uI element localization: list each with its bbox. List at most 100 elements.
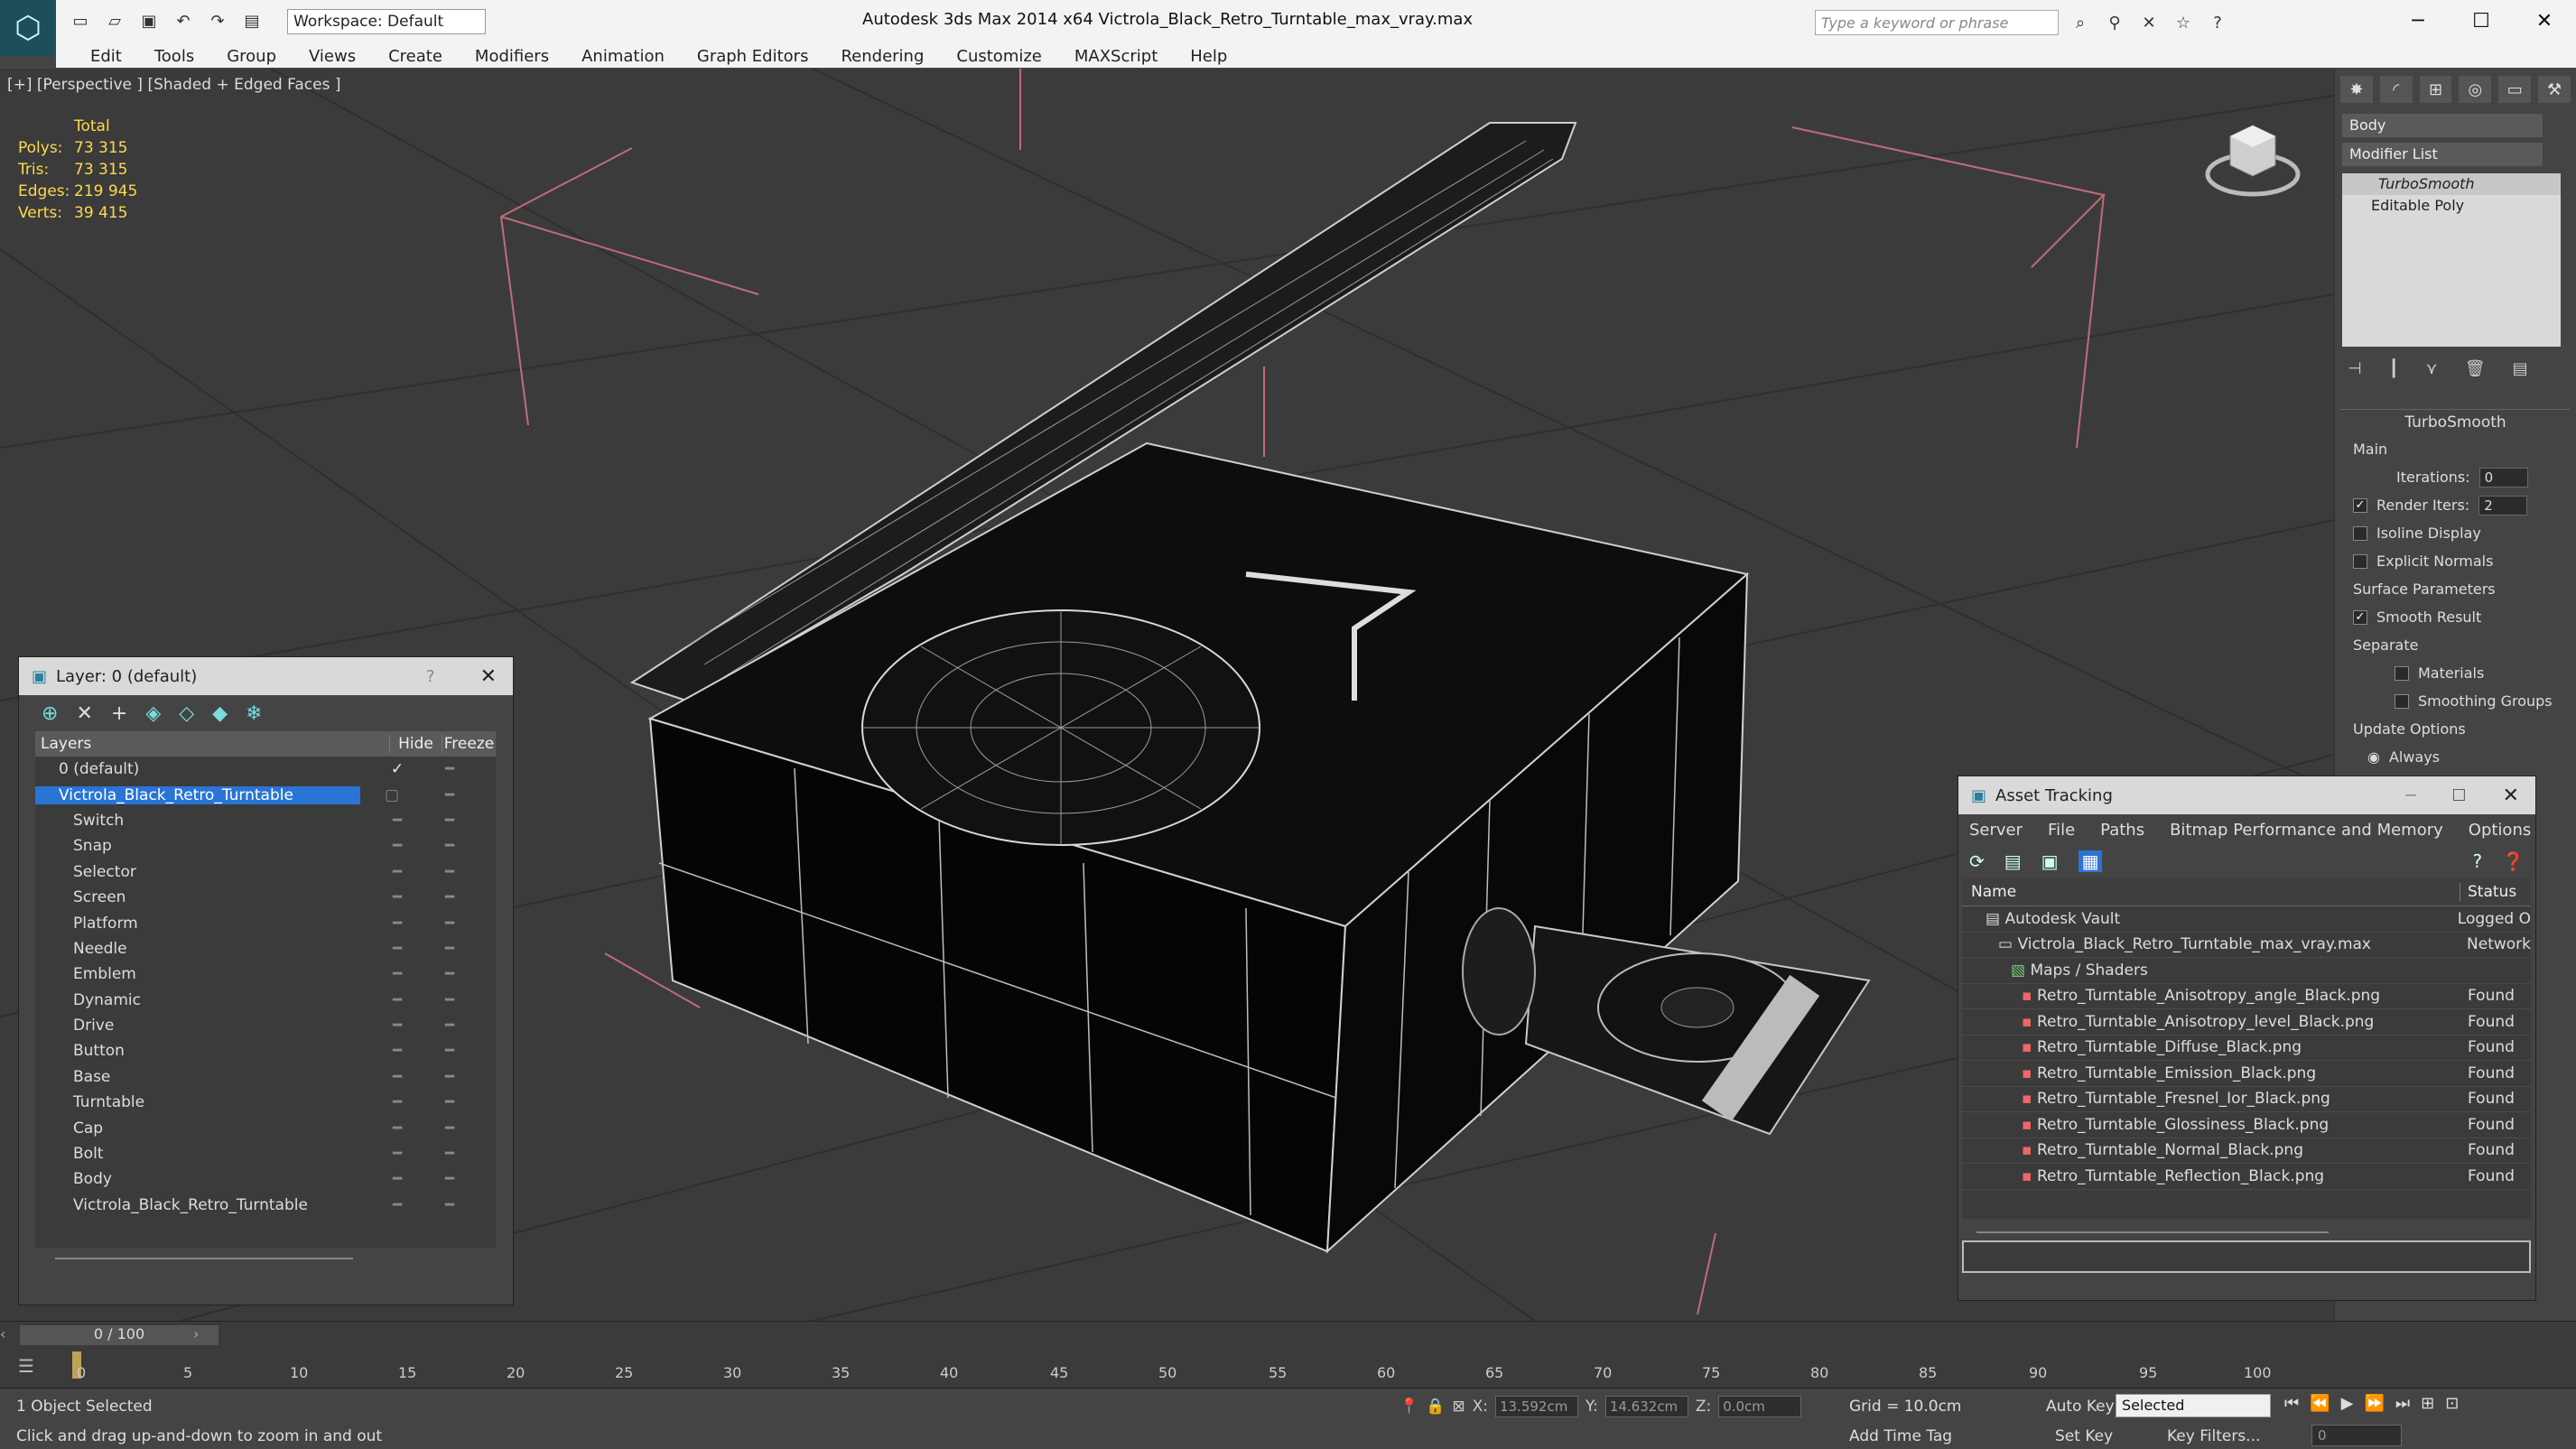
layer-row[interactable]: Dynamic ━ ━: [35, 988, 496, 1013]
pin-stack-icon[interactable]: ⊣: [2348, 359, 2362, 378]
freeze-all-icon[interactable]: ❄: [246, 702, 262, 725]
new-icon[interactable]: ▭: [68, 8, 93, 33]
smoothing-groups-checkbox[interactable]: [2395, 693, 2409, 709]
layer-row[interactable]: Turntable ━ ━: [35, 1090, 496, 1115]
freeze-toggle[interactable]: ━: [423, 888, 476, 906]
menu-views[interactable]: Views: [293, 45, 372, 68]
hide-toggle[interactable]: ━: [371, 812, 423, 830]
time-slider[interactable]: 0 / 100: [20, 1325, 219, 1345]
exchange-icon[interactable]: ✕: [2136, 10, 2162, 35]
explicit-normals-checkbox[interactable]: [2353, 553, 2367, 569]
thumbnail-view-icon[interactable]: ▣: [2041, 850, 2059, 872]
freeze-toggle[interactable]: ━: [423, 1068, 476, 1086]
layer-row[interactable]: Bolt ━ ━: [35, 1141, 496, 1166]
current-frame-field[interactable]: 0: [2311, 1425, 2402, 1446]
freeze-toggle[interactable]: ━: [423, 837, 476, 855]
layer-row[interactable]: Screen ━ ━: [35, 885, 496, 910]
minimize-icon[interactable]: ─: [2406, 786, 2416, 805]
go-to-end-icon[interactable]: ⏭: [2395, 1394, 2410, 1413]
render-iters-spinner[interactable]: 2: [2478, 495, 2528, 516]
hide-toggle[interactable]: ━: [371, 1170, 423, 1188]
hide-toggle[interactable]: ━: [371, 991, 423, 1009]
y-coordinate-field[interactable]: 14.632cm: [1604, 1396, 1688, 1417]
asset-path-field[interactable]: [1962, 1240, 2531, 1273]
layer-row[interactable]: Base ━ ━: [35, 1064, 496, 1090]
delete-layer-icon[interactable]: ✕: [76, 702, 92, 725]
go-to-start-icon[interactable]: ⏮: [2284, 1394, 2299, 1413]
hide-toggle[interactable]: ━: [371, 837, 423, 855]
hide-toggle[interactable]: ━: [371, 1042, 423, 1060]
minimize-icon[interactable]: ─: [2386, 0, 2450, 42]
layer-row[interactable]: Drive ━ ━: [35, 1013, 496, 1038]
star-icon[interactable]: ☆: [2171, 10, 2196, 35]
layer-row[interactable]: Snap ━ ━: [35, 833, 496, 859]
help-icon[interactable]: ?: [2205, 10, 2230, 35]
asset-row[interactable]: ▭ Victrola_Black_Retro_Turntable_max_vra…: [1962, 933, 2531, 958]
key-filters-button[interactable]: Key Filters...: [2167, 1427, 2260, 1445]
search-input[interactable]: Type a keyword or phrase: [1815, 10, 2059, 35]
help-button[interactable]: ?: [426, 667, 435, 686]
asset-window-titlebar[interactable]: ▣ Asset Tracking ─ ☐ ✕: [1958, 776, 2535, 814]
viewport-label[interactable]: [+] [Perspective ] [Shaded + Edged Faces…: [7, 76, 340, 94]
menu-maxscript[interactable]: MAXScript: [1058, 45, 1174, 68]
horizontal-scrollbar[interactable]: [55, 1258, 353, 1259]
project-icon[interactable]: ▤: [239, 8, 265, 33]
layer-row[interactable]: Cap ━ ━: [35, 1115, 496, 1140]
hide-toggle[interactable]: ━: [371, 940, 423, 958]
freeze-toggle[interactable]: ━: [423, 940, 476, 958]
menu-modifiers[interactable]: Modifiers: [459, 45, 565, 68]
freeze-toggle[interactable]: ━: [423, 863, 476, 881]
layer-row[interactable]: Needle ━ ━: [35, 936, 496, 961]
menu-customize[interactable]: Customize: [940, 45, 1057, 68]
iterations-spinner[interactable]: 0: [2478, 467, 2528, 488]
hide-toggle[interactable]: ━: [371, 863, 423, 881]
next-frame-icon[interactable]: ⏩: [2364, 1394, 2384, 1413]
help-icon[interactable]: ?: [2472, 850, 2482, 872]
freeze-toggle[interactable]: ━: [423, 1196, 476, 1214]
key-icon[interactable]: ⚲: [2102, 10, 2127, 35]
asset-row[interactable]: ▪ Retro_Turntable_Fresnel_Ior_Black.png F…: [1962, 1087, 2531, 1112]
make-unique-icon[interactable]: ⋎: [2426, 359, 2438, 378]
asset-menu-bitmap[interactable]: Bitmap Performance and Memory: [2170, 821, 2443, 840]
close-icon[interactable]: ✕: [480, 665, 497, 688]
slider-prev-icon[interactable]: ‹: [0, 1325, 5, 1342]
asset-row[interactable]: ▪ Retro_Turntable_Anisotropy_angle_Black…: [1962, 984, 2531, 1009]
asset-row[interactable]: ▪ Retro_Turntable_Normal_Black.png Found: [1962, 1138, 2531, 1164]
freeze-toggle[interactable]: ━: [423, 812, 476, 830]
materials-checkbox[interactable]: [2395, 665, 2409, 681]
hide-toggle[interactable]: ━: [371, 1068, 423, 1086]
stack-item-turbosmooth[interactable]: TurboSmooth: [2342, 173, 2561, 195]
remove-modifier-icon[interactable]: 🗑: [2465, 359, 2486, 378]
stack-item-editable-poly[interactable]: Editable Poly: [2342, 195, 2561, 217]
asset-row[interactable]: ▧ Maps / Shaders: [1962, 958, 2531, 984]
always-radio[interactable]: ◉: [2367, 748, 2380, 766]
freeze-toggle[interactable]: ━: [423, 965, 476, 983]
create-layer-icon[interactable]: ⊕: [42, 702, 58, 725]
slider-next-icon[interactable]: ›: [193, 1325, 199, 1342]
layer-row[interactable]: Switch ━ ━: [35, 808, 496, 833]
layer-row[interactable]: Selector ━ ━: [35, 859, 496, 885]
pin-icon[interactable]: 📍: [1400, 1398, 1418, 1416]
hide-toggle[interactable]: ▢: [360, 786, 423, 804]
menu-group[interactable]: Group: [210, 45, 293, 68]
previous-frame-icon[interactable]: ⏪: [2310, 1394, 2330, 1413]
undo-icon[interactable]: ↶: [171, 8, 196, 33]
utilities-tab-icon[interactable]: ⚒: [2538, 76, 2571, 103]
asset-row[interactable]: ▤ Autodesk Vault Logged O: [1962, 906, 2531, 933]
hide-toggle[interactable]: ━: [371, 1119, 423, 1138]
hide-toggle[interactable]: ━: [371, 1145, 423, 1163]
list-view-icon[interactable]: ▤: [2004, 850, 2022, 872]
refresh-icon[interactable]: ⟳: [1969, 850, 1985, 872]
display-tab-icon[interactable]: ▭: [2498, 76, 2532, 103]
menu-rendering[interactable]: Rendering: [824, 45, 940, 68]
asset-row[interactable]: ▪ Retro_Turntable_Diffuse_Black.png Found: [1962, 1036, 2531, 1061]
column-name[interactable]: Name: [1962, 882, 2460, 901]
rollout-title[interactable]: TurboSmooth: [2340, 410, 2571, 435]
asset-menu-options[interactable]: Options: [2469, 821, 2531, 840]
horizontal-scrollbar[interactable]: [1976, 1231, 2329, 1233]
key-selection-dropdown[interactable]: Selected: [2116, 1394, 2271, 1417]
freeze-toggle[interactable]: ━: [423, 1017, 476, 1035]
asset-row[interactable]: ▪ Retro_Turntable_Anisotropy_level_Black…: [1962, 1009, 2531, 1036]
freeze-toggle[interactable]: ━: [423, 1145, 476, 1163]
highlight-selected-icon[interactable]: ◇: [179, 702, 194, 725]
